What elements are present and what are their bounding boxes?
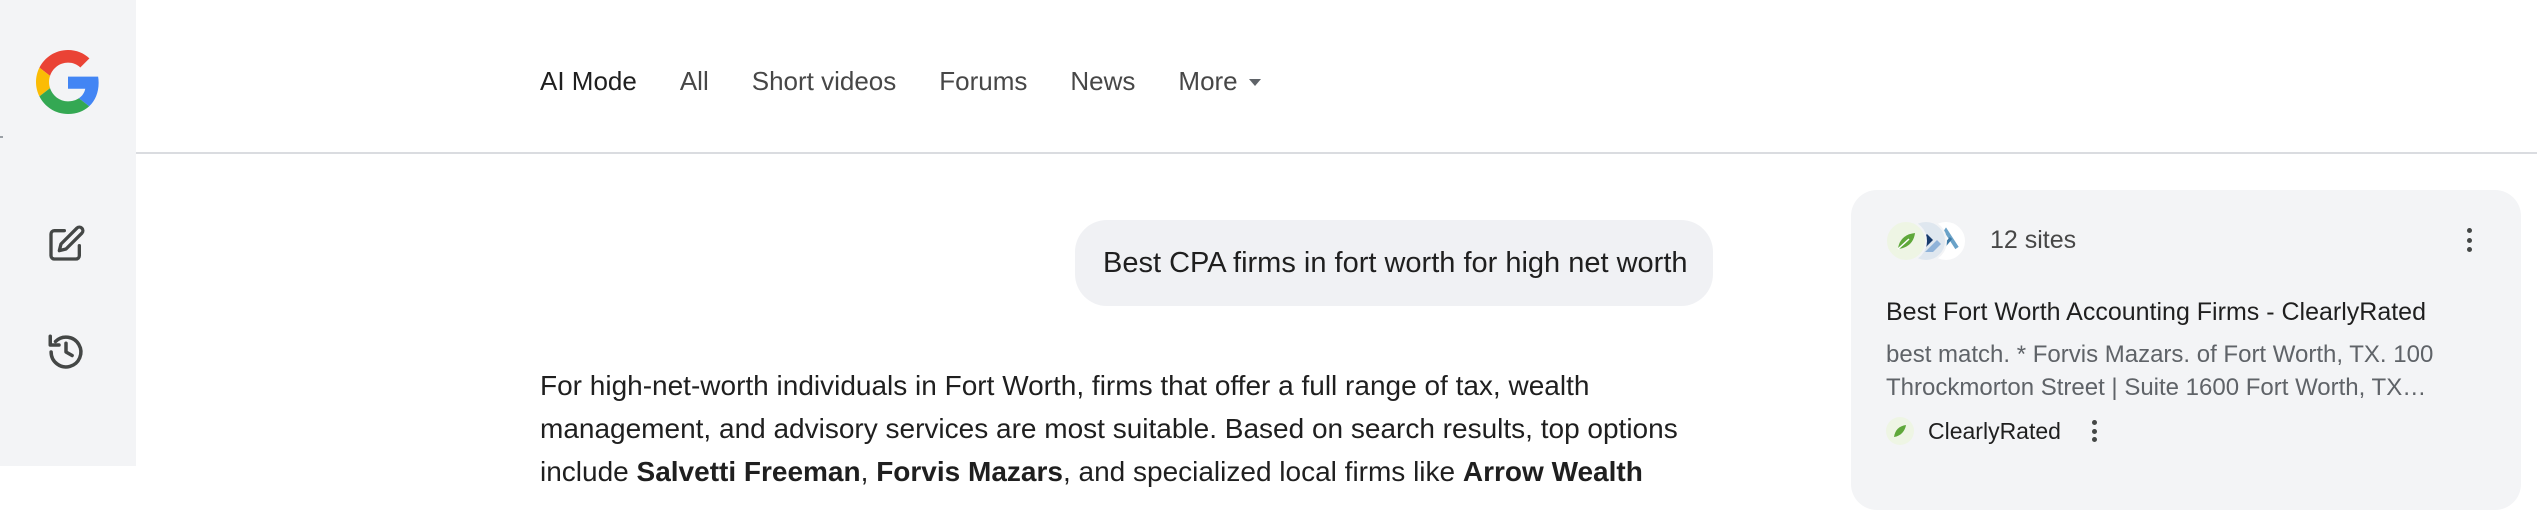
firm-name: Arrow Wealth bbox=[1462, 456, 1643, 487]
tab-short-videos[interactable]: Short videos bbox=[752, 66, 897, 97]
user-query-bubble: Best CPA firms in fort worth for high ne… bbox=[1075, 220, 1713, 306]
sites-count[interactable]: 12 sites bbox=[1990, 226, 2076, 255]
side-rail bbox=[0, 0, 136, 466]
answer-line: For high-net-worth individuals in Fort W… bbox=[540, 370, 1590, 401]
caret-down-icon bbox=[1248, 79, 1261, 86]
source-more-options-icon[interactable] bbox=[2090, 420, 2100, 442]
query-text: Best CPA firms in fort worth for high ne… bbox=[1103, 246, 1688, 279]
sources-panel: 12 sites Best Fort Worth Accounting Firm… bbox=[1851, 190, 2521, 510]
tab-all[interactable]: All bbox=[680, 66, 709, 97]
answer-line: management, and advisory services are mo… bbox=[540, 413, 1678, 444]
tab-news[interactable]: News bbox=[1070, 66, 1135, 97]
tab-ai-mode[interactable]: AI Mode bbox=[540, 66, 637, 97]
history-button[interactable] bbox=[36, 322, 96, 382]
top-navigation: AI Mode All Short videos Forums News Mor… bbox=[136, 0, 2537, 154]
answer-text: , and specialized local firms like bbox=[1062, 456, 1463, 487]
leaf-favicon-icon bbox=[1885, 220, 1927, 262]
more-label: More bbox=[1178, 66, 1238, 96]
more-options-icon[interactable] bbox=[2464, 228, 2474, 252]
leaf-favicon-icon bbox=[1886, 417, 1914, 445]
tab-forums[interactable]: Forums bbox=[939, 66, 1027, 97]
source-snippet: best match. * Forvis Mazars. of Fort Wor… bbox=[1886, 341, 2434, 401]
history-icon bbox=[48, 334, 83, 369]
firm-name: Forvis Mazars bbox=[876, 456, 1063, 487]
rail-indicator bbox=[0, 136, 3, 138]
source-title-link[interactable]: Best Fort Worth Accounting Firms - Clear… bbox=[1886, 298, 2426, 327]
answer-line: include Salvetti Freeman, Forvis Mazars,… bbox=[540, 450, 1720, 493]
search-tabs: AI Mode All Short videos Forums News Mor… bbox=[540, 66, 1304, 97]
answer-text: include bbox=[540, 456, 637, 487]
source-favicons[interactable] bbox=[1885, 220, 1967, 262]
firm-name: Salvetti Freeman bbox=[636, 456, 861, 487]
source-site-name[interactable]: ClearlyRated bbox=[1928, 418, 2061, 445]
more-menu-button[interactable]: More bbox=[1178, 66, 1261, 97]
new-chat-button[interactable] bbox=[36, 214, 96, 274]
edit-icon bbox=[49, 225, 85, 261]
google-logo-icon[interactable] bbox=[36, 50, 100, 114]
answer-text: , bbox=[860, 456, 877, 487]
source-footer: ClearlyRated bbox=[1886, 417, 2100, 445]
ai-answer: For high-net-worth individuals in Fort W… bbox=[540, 364, 1720, 493]
